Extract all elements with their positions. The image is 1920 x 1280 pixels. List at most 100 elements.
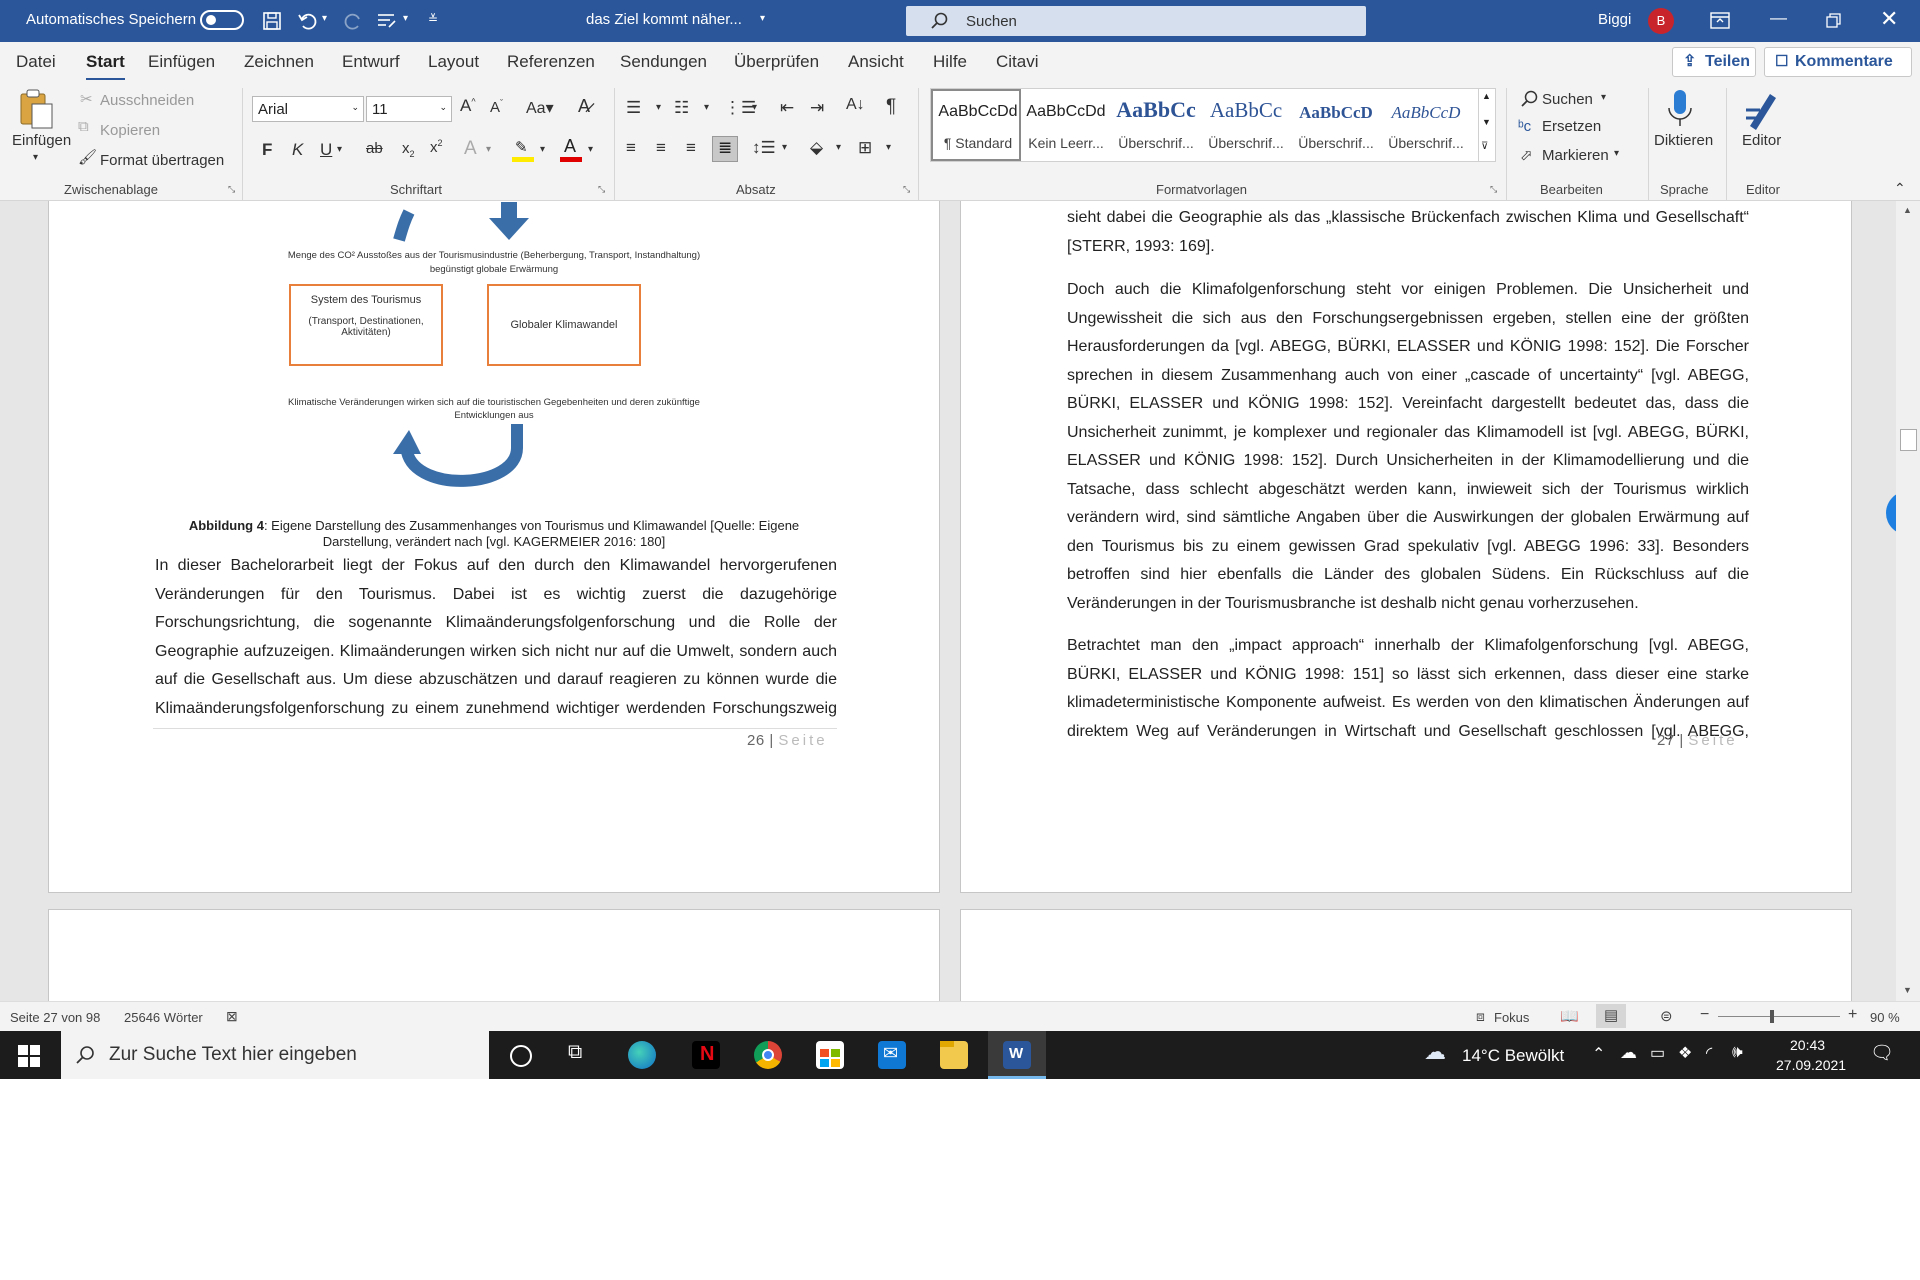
page-count[interactable]: Seite 27 von 98 bbox=[10, 1010, 100, 1025]
chevron-down-icon[interactable]: ▾ bbox=[1614, 148, 1619, 159]
comments-button[interactable]: ☐ Kommentare bbox=[1764, 47, 1912, 77]
undo-dropdown-icon[interactable]: ▾ bbox=[322, 13, 327, 24]
search-box[interactable]: Suchen bbox=[906, 6, 1366, 36]
onedrive-icon[interactable]: ☁ bbox=[1620, 1043, 1637, 1063]
paste-icon[interactable] bbox=[18, 88, 54, 130]
tab-layout[interactable]: Layout bbox=[428, 52, 479, 72]
find-label[interactable]: Suchen bbox=[1542, 91, 1593, 108]
find-icon[interactable] bbox=[1520, 90, 1538, 108]
dictate-label[interactable]: Diktieren bbox=[1654, 132, 1713, 149]
more-icon[interactable]: ⊽ bbox=[1481, 141, 1488, 152]
styles-scroll[interactable]: ▲ ▼ ⊽ bbox=[1478, 88, 1496, 162]
decrease-indent-icon[interactable]: ⇤ bbox=[780, 98, 794, 118]
replace-label[interactable]: Ersetzen bbox=[1542, 118, 1601, 135]
chevron-down-icon[interactable]: ▾ bbox=[540, 144, 545, 155]
underline-button[interactable]: U bbox=[320, 140, 332, 160]
zoom-slider-thumb[interactable] bbox=[1770, 1010, 1774, 1023]
chevron-down-icon[interactable]: ▾ bbox=[1601, 92, 1606, 103]
close-icon[interactable]: ✕ bbox=[1880, 6, 1898, 32]
select-label[interactable]: Markieren bbox=[1542, 147, 1609, 164]
editor-icon[interactable] bbox=[1744, 88, 1778, 130]
tab-citavi[interactable]: Citavi bbox=[996, 52, 1039, 72]
chevron-down-icon[interactable]: ▾ bbox=[704, 102, 709, 113]
chevron-down-icon[interactable]: ▼ bbox=[1903, 985, 1912, 995]
numbering-icon[interactable]: ☷ bbox=[674, 98, 689, 118]
change-case-icon[interactable]: Aa▾ bbox=[526, 98, 554, 118]
customize-toolbar-icon[interactable]: ≚ bbox=[428, 12, 438, 26]
format-painter-label[interactable]: Format übertragen bbox=[100, 152, 224, 169]
font-color-icon[interactable]: A bbox=[560, 136, 582, 162]
print-layout-button[interactable]: ▤ bbox=[1596, 1004, 1626, 1028]
wifi-icon[interactable]: ◜ bbox=[1706, 1043, 1712, 1063]
word-count[interactable]: 25646 Wörter bbox=[124, 1010, 203, 1025]
collapse-ribbon-icon[interactable]: ⌃ bbox=[1894, 180, 1906, 197]
sort-icon[interactable]: A↓ bbox=[846, 96, 865, 114]
style-heading-3[interactable]: AaBbCcD Überschrif... bbox=[1291, 89, 1381, 161]
tab-sendungen[interactable]: Sendungen bbox=[620, 52, 707, 72]
document-title[interactable]: das Ziel kommt näher... bbox=[586, 11, 742, 28]
cut-icon[interactable]: ✂ bbox=[80, 90, 93, 108]
tab-referenzen[interactable]: Referenzen bbox=[507, 52, 595, 72]
edge-icon[interactable] bbox=[628, 1041, 656, 1069]
word-taskbar-button[interactable]: W bbox=[988, 1031, 1046, 1079]
scrollbar-thumb[interactable] bbox=[1900, 429, 1917, 451]
zoom-in-icon[interactable]: + bbox=[1848, 1006, 1857, 1024]
taskbar-search[interactable]: Zur Suche Text hier eingeben bbox=[61, 1031, 489, 1079]
tab-start[interactable]: Start bbox=[86, 52, 125, 81]
proofing-icon[interactable]: ⊠ bbox=[226, 1008, 238, 1025]
format-dropdown-icon[interactable]: ▾ bbox=[403, 13, 408, 24]
align-right-icon[interactable]: ≡ bbox=[686, 138, 696, 158]
chevron-down-icon[interactable]: ▾ bbox=[337, 144, 342, 155]
file-explorer-icon[interactable] bbox=[940, 1041, 968, 1069]
focus-label[interactable]: Fokus bbox=[1494, 1010, 1529, 1025]
minimize-icon[interactable]: — bbox=[1770, 8, 1787, 28]
grow-font-icon[interactable]: A^ bbox=[460, 96, 476, 116]
bullets-icon[interactable]: ☰ bbox=[626, 98, 641, 118]
chevron-down-icon[interactable]: ▾ bbox=[752, 102, 757, 113]
tab-hilfe[interactable]: Hilfe bbox=[933, 52, 967, 72]
dropbox-tray-icon[interactable]: ❖ bbox=[1678, 1043, 1692, 1063]
select-cursor-icon[interactable]: ⬀ bbox=[1520, 146, 1533, 164]
tab-einfuegen[interactable]: Einfügen bbox=[148, 52, 215, 72]
volume-icon[interactable]: 🕪 bbox=[1732, 1042, 1743, 1062]
style-heading-4[interactable]: AaBbCcD Überschrif... bbox=[1381, 89, 1471, 161]
clear-format-icon[interactable]: A̷ bbox=[578, 96, 590, 117]
copy-label[interactable]: Kopieren bbox=[100, 122, 160, 139]
paragraph-marks-icon[interactable]: ¶ bbox=[886, 96, 896, 118]
dialog-launcher-icon[interactable]: ⤡ bbox=[228, 184, 235, 195]
undo-icon[interactable] bbox=[297, 11, 317, 31]
cut-label[interactable]: Ausschneiden bbox=[100, 92, 194, 109]
cloud-weather-icon[interactable]: ☁ bbox=[1424, 1039, 1446, 1065]
cortana-icon[interactable] bbox=[510, 1045, 532, 1067]
increase-indent-icon[interactable]: ⇥ bbox=[810, 98, 824, 118]
chevron-up-icon[interactable]: ▲ bbox=[1903, 205, 1912, 215]
clock-date[interactable]: 27.09.2021 bbox=[1776, 1057, 1846, 1073]
focus-icon[interactable]: ⧈ bbox=[1476, 1008, 1485, 1025]
dialog-launcher-icon[interactable]: ⤡ bbox=[598, 184, 605, 195]
chevron-down-icon[interactable]: ▾ bbox=[486, 144, 491, 155]
tab-entwurf[interactable]: Entwurf bbox=[342, 52, 400, 72]
chevron-down-icon[interactable]: ▾ bbox=[782, 142, 787, 153]
chevron-down-icon[interactable]: ▾ bbox=[656, 102, 661, 113]
superscript-icon[interactable]: x2 bbox=[430, 138, 443, 156]
shrink-font-icon[interactable]: Aˇ bbox=[490, 98, 503, 116]
zoom-slider[interactable] bbox=[1718, 1016, 1840, 1017]
style-standard[interactable]: AaBbCcDd ¶ Standard bbox=[931, 89, 1021, 161]
dialog-launcher-icon[interactable]: ⤡ bbox=[903, 184, 910, 195]
align-left-icon[interactable]: ≡ bbox=[626, 138, 636, 158]
mail-icon[interactable]: ✉ bbox=[878, 1041, 906, 1069]
chevron-down-icon[interactable]: ▾ bbox=[588, 144, 593, 155]
ribbon-display-icon[interactable] bbox=[1710, 12, 1730, 30]
text-effects-icon[interactable]: A bbox=[464, 138, 477, 160]
restore-icon[interactable] bbox=[1826, 13, 1842, 29]
store-icon[interactable] bbox=[816, 1041, 844, 1069]
paste-label[interactable]: Einfügen bbox=[12, 132, 71, 149]
task-view-icon[interactable]: ⧉ bbox=[568, 1041, 582, 1064]
dialog-launcher-icon[interactable]: ⤡ bbox=[1490, 184, 1497, 195]
tab-zeichnen[interactable]: Zeichnen bbox=[244, 52, 314, 72]
windows-start-icon[interactable] bbox=[18, 1045, 40, 1067]
share-button[interactable]: ⇪ Teilen bbox=[1672, 47, 1756, 77]
user-name[interactable]: Biggi bbox=[1598, 11, 1631, 28]
tab-ansicht[interactable]: Ansicht bbox=[848, 52, 904, 72]
chevron-down-icon[interactable]: ▾ bbox=[886, 142, 891, 153]
